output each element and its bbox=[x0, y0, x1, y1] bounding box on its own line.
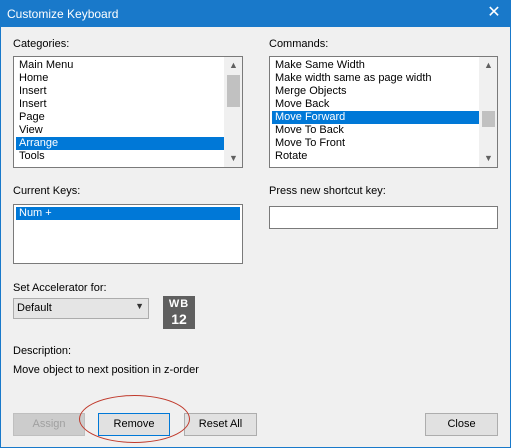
commands-list-item[interactable]: Move Back bbox=[272, 98, 480, 111]
current-key-item[interactable]: Num + bbox=[16, 207, 240, 220]
dialog-title: Customize Keyboard bbox=[7, 7, 119, 21]
accelerator-select[interactable]: Default ▼ bbox=[13, 298, 149, 319]
commands-list-item[interactable]: Move To Front bbox=[272, 137, 480, 150]
description-text: Move object to next position in z-order bbox=[13, 364, 199, 376]
title-bar: Customize Keyboard ✕ bbox=[1, 1, 510, 27]
categories-list-item[interactable]: Arrange bbox=[16, 137, 225, 150]
chevron-down-icon: ▼ bbox=[135, 301, 144, 311]
commands-label: Commands: bbox=[269, 38, 329, 50]
categories-list-item[interactable]: Insert bbox=[16, 85, 225, 98]
scroll-down-icon[interactable]: ▼ bbox=[480, 150, 497, 167]
categories-list-item[interactable]: Main Menu bbox=[16, 59, 225, 72]
current-keys-listbox[interactable]: Num + bbox=[13, 204, 243, 264]
categories-list-item[interactable]: Page bbox=[16, 111, 225, 124]
commands-list-item[interactable]: Move To Back bbox=[272, 124, 480, 137]
accelerator-value: Default bbox=[17, 302, 52, 314]
logo-line2: 12 bbox=[171, 311, 187, 327]
categories-list-item[interactable]: View bbox=[16, 124, 225, 137]
commands-list-item[interactable]: Merge Objects bbox=[272, 85, 480, 98]
categories-scrollbar[interactable]: ▲ ▼ bbox=[224, 57, 242, 167]
shortcut-label: Press new shortcut key: bbox=[269, 185, 386, 197]
commands-listbox[interactable]: Make Same Width Make width same as page w… bbox=[269, 56, 498, 168]
accelerator-label: Set Accelerator for: bbox=[13, 282, 107, 294]
commands-list-item[interactable]: Move Forward bbox=[272, 111, 480, 124]
close-icon[interactable]: ✕ bbox=[486, 4, 502, 22]
logo-line1: WB bbox=[168, 298, 190, 310]
shortcut-input[interactable] bbox=[269, 206, 498, 229]
scroll-up-icon[interactable]: ▲ bbox=[480, 57, 497, 74]
wb12-logo: WB 12 bbox=[163, 296, 195, 329]
commands-scrollbar[interactable]: ▲ ▼ bbox=[479, 57, 497, 167]
categories-list-item[interactable]: Tools bbox=[16, 150, 225, 163]
scroll-down-icon[interactable]: ▼ bbox=[225, 150, 242, 167]
reset-all-button[interactable]: Reset All bbox=[184, 413, 257, 436]
scroll-thumb[interactable] bbox=[227, 75, 240, 107]
remove-button[interactable]: Remove bbox=[98, 413, 170, 436]
categories-list-item[interactable]: Home bbox=[16, 72, 225, 85]
close-button[interactable]: Close bbox=[425, 413, 498, 436]
current-keys-label: Current Keys: bbox=[13, 185, 81, 197]
commands-list-item[interactable]: Rotate bbox=[272, 150, 480, 163]
scroll-thumb[interactable] bbox=[482, 111, 495, 127]
categories-label: Categories: bbox=[13, 38, 70, 50]
commands-list-item[interactable]: Make width same as page width bbox=[272, 72, 480, 85]
description-label: Description: bbox=[13, 345, 72, 357]
commands-list-item[interactable]: Make Same Width bbox=[272, 59, 480, 72]
scroll-up-icon[interactable]: ▲ bbox=[225, 57, 242, 74]
categories-list-item[interactable]: Insert bbox=[16, 98, 225, 111]
categories-listbox[interactable]: Main Menu Home Insert Insert Page View Arrange… bbox=[13, 56, 243, 168]
assign-button[interactable]: Assign bbox=[13, 413, 85, 436]
